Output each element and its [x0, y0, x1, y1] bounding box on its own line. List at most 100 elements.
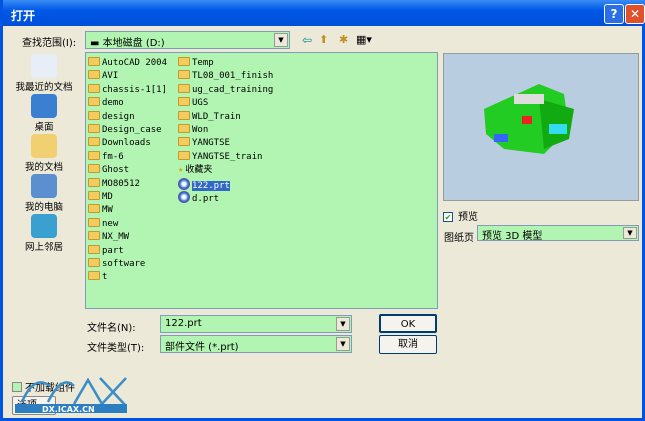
folder-icon [88, 124, 100, 133]
up-folder-icon[interactable]: ⬆ [319, 33, 328, 46]
place-item[interactable]: 桌面 [11, 94, 77, 134]
drive-icon: ▬ [90, 38, 103, 49]
item-label: MO80512 [102, 178, 140, 189]
filename-input[interactable]: 122.prt ▼ [160, 315, 352, 333]
look-in-select[interactable]: ▬ 本地磁盘 (D:) ▼ [85, 31, 290, 49]
folder-item[interactable]: Ghost [88, 164, 129, 177]
folder-item[interactable]: demo [88, 97, 124, 110]
folder-icon [178, 124, 190, 133]
options-button[interactable]: 选项 [12, 396, 56, 415]
chevron-down-icon[interactable]: ▼ [623, 227, 637, 239]
file-item[interactable]: Temp [178, 57, 214, 70]
item-label: new [102, 218, 119, 229]
back-icon[interactable]: ⇦ [302, 33, 312, 47]
close-button[interactable]: ✕ [625, 4, 645, 24]
file-item[interactable]: ★ 收藏夹 [178, 164, 212, 177]
views-menu-icon[interactable]: ▦▾ [356, 33, 372, 46]
folder-icon [88, 57, 100, 66]
file-item[interactable]: TL08_001_finish [178, 70, 273, 83]
place-item[interactable]: 网上邻居 [11, 214, 77, 254]
item-label: software [102, 259, 146, 269]
file-list[interactable]: AutoCAD 2004 AVI chassis-1[1] demo design Des… [85, 52, 438, 309]
folder-icon [88, 177, 100, 187]
folder-icon [88, 83, 100, 93]
place-label: 我最近的文档 [15, 82, 73, 93]
folder-item[interactable]: MD [88, 191, 113, 204]
folder-icon [88, 271, 100, 281]
folder-item[interactable]: Design_case [88, 124, 162, 137]
folder-item[interactable]: AVI [88, 70, 118, 83]
chevron-down-icon[interactable]: ▼ [336, 337, 350, 351]
folder-item[interactable]: part [88, 244, 124, 258]
folder-icon [88, 231, 100, 241]
folder-item[interactable]: fm-6 [88, 150, 124, 164]
preview-checkbox[interactable]: ✔ 预览 [443, 208, 478, 223]
place-icon [31, 214, 57, 238]
checkbox-unchecked-icon [12, 382, 22, 392]
folder-item[interactable]: AutoCAD 2004 [88, 57, 167, 70]
folder-item[interactable]: design [88, 110, 135, 124]
file-item[interactable]: YANGTSE [178, 137, 230, 150]
file-item[interactable]: YANGTSE_train [178, 150, 262, 164]
folder-icon [88, 150, 100, 160]
item-label: ug_cad_training [192, 84, 274, 95]
folder-icon [88, 204, 100, 214]
file-item[interactable]: WLD_Train [178, 110, 241, 124]
nx-part-icon [178, 177, 190, 190]
folder-item[interactable]: t [88, 271, 107, 284]
place-icon [31, 174, 57, 198]
open-dialog: 打开 ? ✕ 查找范围(I): ▬ 本地磁盘 (D:) ▼ ⇦ ⬆ ✱ ▦▾ 我最… [0, 0, 645, 421]
place-icon [31, 134, 57, 158]
item-label: demo [102, 98, 124, 109]
folder-item[interactable]: NX_MW [88, 231, 129, 244]
item-label: AVI [102, 71, 119, 82]
help-button[interactable]: ? [604, 4, 624, 24]
folder-item[interactable]: chassis-1[1] [88, 83, 167, 97]
place-item[interactable]: 我最近的文档 [11, 54, 77, 94]
file-item[interactable]: d.prt [178, 191, 219, 204]
chevron-down-icon[interactable]: ▼ [336, 317, 350, 331]
look-in-value: 本地磁盘 (D:) [102, 38, 165, 49]
place-item[interactable]: 我的文档 [11, 134, 77, 174]
place-label: 网上邻居 [24, 242, 63, 253]
folder-icon [178, 70, 190, 80]
item-label: Ghost [102, 165, 130, 176]
folder-item[interactable]: MW [88, 204, 113, 217]
file-item[interactable]: ug_cad_training [178, 83, 274, 97]
filetype-select[interactable]: 部件文件 (*.prt) ▼ [160, 335, 352, 353]
folder-item[interactable]: software [88, 258, 145, 271]
look-in-label: 查找范围(I): [22, 38, 77, 49]
item-label: AutoCAD 2004 [102, 58, 168, 68]
sheet-label: 图纸页 [444, 233, 474, 244]
file-item[interactable]: Won [178, 124, 208, 137]
item-label: YANGTSE [192, 138, 230, 149]
item-label: WLD_Train [192, 111, 241, 122]
folder-icon [178, 150, 190, 160]
item-label: part [102, 245, 124, 256]
folder-item[interactable]: Downloads [88, 137, 151, 150]
item-label: design [102, 111, 135, 122]
folder-icon [88, 244, 100, 254]
cancel-button[interactable]: 取消 [379, 335, 437, 354]
chevron-down-icon[interactable]: ▼ [274, 33, 288, 47]
item-label: UGS [192, 98, 209, 109]
item-label: MW [102, 205, 113, 216]
place-item[interactable]: 我的电脑 [11, 174, 77, 214]
folder-icon [88, 258, 100, 267]
filetype-label: 文件类型(T): [87, 343, 145, 354]
item-label: Downloads [102, 138, 151, 149]
sheet-select[interactable]: 预览 3D 模型 ▼ [477, 225, 639, 242]
no-load-components-checkbox[interactable]: 不加载组件 [12, 379, 75, 394]
folder-icon [178, 57, 190, 66]
file-item[interactable]: UGS [178, 97, 208, 110]
folder-item[interactable]: MO80512 [88, 177, 140, 191]
item-label: NX_MW [102, 232, 130, 243]
ok-button[interactable]: OK [379, 314, 437, 333]
item-label: 收藏夹 [185, 165, 213, 176]
folder-icon [88, 70, 100, 80]
new-folder-icon[interactable]: ✱ [339, 33, 348, 46]
filename-value: 122.prt [165, 318, 202, 329]
folder-item[interactable]: new [88, 217, 119, 231]
folder-icon [88, 110, 100, 120]
file-item[interactable]: 122.prt [178, 177, 230, 191]
